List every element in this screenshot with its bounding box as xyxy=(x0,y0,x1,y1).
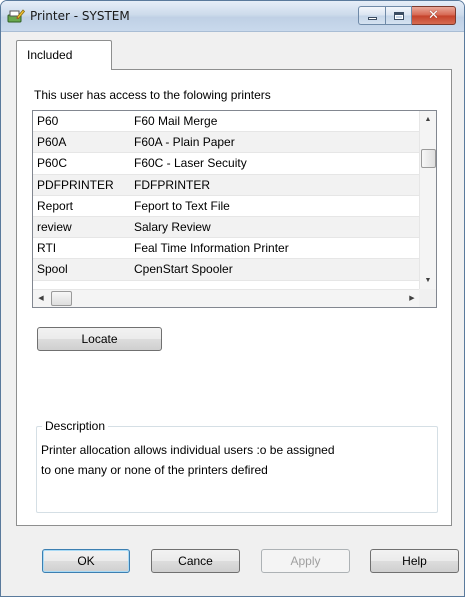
list-item[interactable]: PDFPRINTER FDFPRINTER xyxy=(33,174,420,196)
list-item[interactable]: P60C F60C - Laser Secuity xyxy=(33,153,420,175)
printer-description: F60A - Plain Paper xyxy=(134,135,235,150)
close-button[interactable]: ✕ xyxy=(412,6,456,25)
horizontal-scrollbar[interactable]: ◀ ▶ xyxy=(33,289,420,307)
caption-buttons: ✕ xyxy=(358,6,456,25)
printer-description: CpenStart Spooler xyxy=(134,262,233,277)
list-item[interactable]: P60 F60 Mail Merge xyxy=(33,111,420,133)
vertical-scrollbar[interactable]: ▲ ▼ xyxy=(419,111,436,289)
printer-pencil-icon xyxy=(7,9,25,23)
printer-description: FDFPRINTER xyxy=(134,177,210,192)
printer-name: review xyxy=(37,219,72,234)
apply-button[interactable]: Apply xyxy=(261,549,350,573)
list-item[interactable]: Report Feport to Text File xyxy=(33,196,420,217)
minimize-button[interactable] xyxy=(358,6,385,25)
printer-name: PDFPRINTER xyxy=(37,177,114,192)
description-text: Printer allocation allows individual use… xyxy=(41,440,431,480)
ok-button[interactable]: OK xyxy=(42,549,130,573)
printer-description: Feal Time Information Printer xyxy=(134,241,289,256)
maximize-button[interactable] xyxy=(385,6,412,25)
printer-description: F60 Mail Merge xyxy=(134,114,218,128)
minimize-icon xyxy=(367,17,377,20)
printer-list-rows: P60 F60 Mail Merge P60A F60A - Plain Pap… xyxy=(33,111,420,289)
title-bar[interactable]: Printer - SYSTEM ✕ xyxy=(1,1,464,32)
locate-button[interactable]: Locate xyxy=(37,327,162,351)
maximize-icon xyxy=(393,11,404,20)
included-tab-panel: This user has access to the folowing pri… xyxy=(16,69,452,526)
help-button[interactable]: Help xyxy=(370,549,459,573)
printer-name: P60 xyxy=(37,114,59,128)
printer-dialog-window: Printer - SYSTEM ✕ Included This user ha… xyxy=(0,0,465,597)
close-icon: ✕ xyxy=(428,8,439,23)
tab-label: Included xyxy=(27,48,73,62)
list-item[interactable]: Spool CpenStart Spooler xyxy=(33,259,420,281)
printer-name: RTI xyxy=(37,241,57,256)
list-item[interactable]: RTI Feal Time Information Printer xyxy=(33,238,420,260)
printer-description: Feport to Text File xyxy=(134,198,230,213)
list-item[interactable]: review Salary Review xyxy=(33,216,420,239)
scroll-down-arrow-icon[interactable]: ▼ xyxy=(420,272,436,289)
tab-included[interactable]: Included xyxy=(16,40,112,70)
window-title: Printer - SYSTEM xyxy=(30,9,130,23)
printer-name: P60C xyxy=(37,156,68,171)
description-line: to one many or none of the printers defi… xyxy=(41,463,268,477)
printer-name: Spool xyxy=(37,262,68,277)
printer-list[interactable]: P60 F60 Mail Merge P60A F60A - Plain Pap… xyxy=(32,110,437,308)
printer-name: Report xyxy=(37,198,74,213)
access-label: This user has access to the folowing pri… xyxy=(34,88,271,102)
scroll-right-arrow-icon[interactable]: ▶ xyxy=(404,290,420,307)
printer-description: Salary Review xyxy=(134,219,211,234)
cancel-button[interactable]: Cance xyxy=(151,549,240,573)
scroll-up-arrow-icon[interactable]: ▲ xyxy=(420,111,436,128)
list-item[interactable]: P60A F60A - Plain Paper xyxy=(33,132,420,154)
scroll-left-arrow-icon[interactable]: ◀ xyxy=(33,290,49,307)
vertical-scroll-thumb[interactable] xyxy=(421,149,436,168)
description-groupbox: Description Printer allocation allows in… xyxy=(36,419,438,513)
description-line: Printer allocation allows individual use… xyxy=(41,443,335,457)
description-title: Description xyxy=(42,419,109,433)
scrollbar-corner xyxy=(419,289,436,307)
printer-description: F60C - Laser Secuity xyxy=(134,156,247,171)
printer-name: P60A xyxy=(37,135,67,150)
horizontal-scroll-thumb[interactable] xyxy=(51,291,72,306)
